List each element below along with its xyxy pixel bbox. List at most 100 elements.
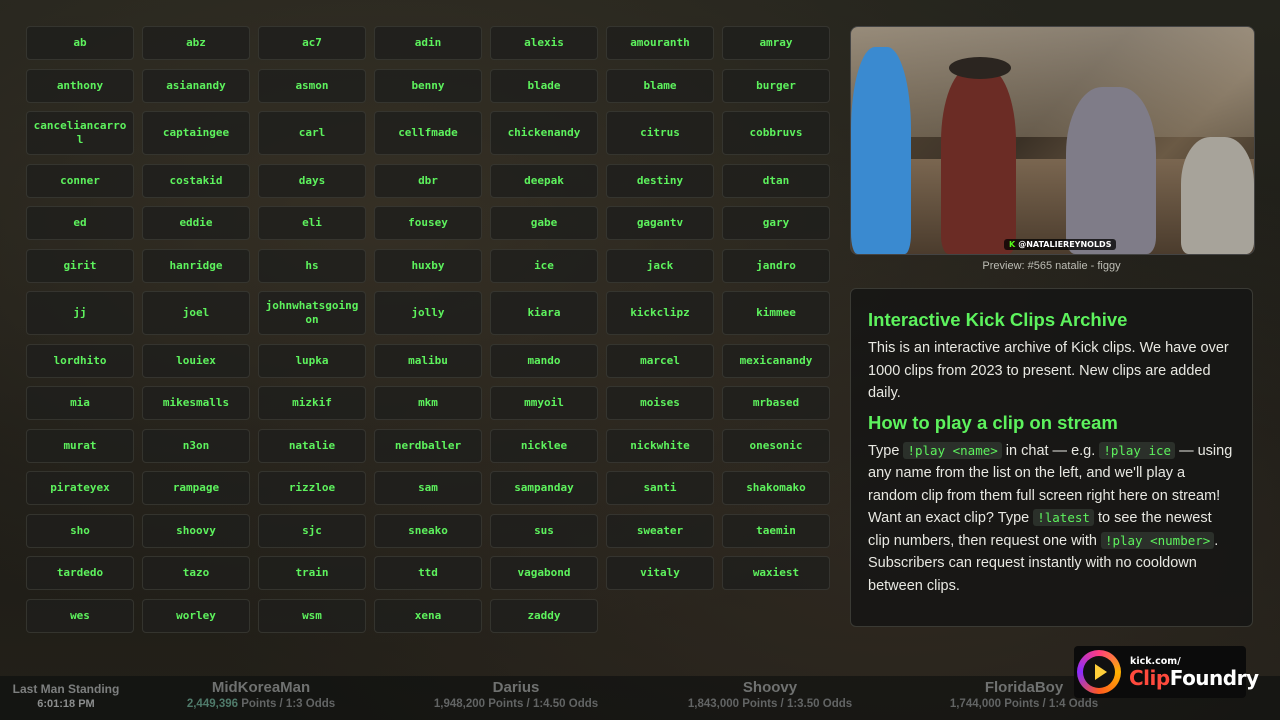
name-button-gagantv[interactable]: gagantv (606, 206, 714, 240)
name-button-taemin[interactable]: taemin (722, 513, 830, 548)
name-button-wes[interactable]: wes (26, 598, 134, 633)
name-button-sweater[interactable]: sweater (606, 513, 714, 548)
name-button-canceliancarrol[interactable]: canceliancarrol (26, 111, 134, 155)
name-button-natalie[interactable]: natalie (258, 428, 366, 463)
name-button-chickenandy[interactable]: chickenandy (490, 111, 598, 155)
name-button-deepak[interactable]: deepak (490, 163, 598, 198)
name-button-jandro[interactable]: jandro (722, 248, 830, 283)
name-button-hs[interactable]: hs (258, 248, 366, 283)
name-button-nickwhite[interactable]: nickwhite (606, 428, 714, 463)
name-button-adin[interactable]: adin (374, 26, 482, 60)
name-button-nicklee[interactable]: nicklee (490, 428, 598, 463)
name-button-destiny[interactable]: destiny (606, 163, 714, 198)
name-button-gary[interactable]: gary (722, 206, 830, 240)
name-button-mrbased[interactable]: mrbased (722, 386, 830, 420)
command-play-name: !play <name> (903, 441, 1002, 459)
name-button-asianandy[interactable]: asianandy (142, 68, 250, 103)
name-button-huxby[interactable]: huxby (374, 248, 482, 283)
howto-title: How to play a clip on stream (868, 411, 1118, 433)
name-button-train[interactable]: train (258, 556, 366, 590)
name-button-ac7[interactable]: ac7 (258, 26, 366, 60)
name-button-blame[interactable]: blame (606, 68, 714, 103)
name-button-dtan[interactable]: dtan (722, 163, 830, 198)
name-button-days[interactable]: days (258, 163, 366, 198)
name-button-carl[interactable]: carl (258, 111, 366, 155)
name-button-cellfmade[interactable]: cellfmade (374, 111, 482, 155)
name-button-waxiest[interactable]: waxiest (722, 556, 830, 590)
name-button-ice[interactable]: ice (490, 248, 598, 283)
name-button-worley[interactable]: worley (142, 598, 250, 633)
name-button-sampanday[interactable]: sampanday (490, 471, 598, 505)
name-button-johnwhatsgoingon[interactable]: johnwhatsgoingon (258, 291, 366, 335)
name-button-mexicanandy[interactable]: mexicanandy (722, 343, 830, 378)
name-button-mmyoil[interactable]: mmyoil (490, 386, 598, 420)
name-button-fousey[interactable]: fousey (374, 206, 482, 240)
watermark-text: @NATALIEREYNOLDS (1018, 240, 1112, 249)
name-button-lupka[interactable]: lupka (258, 343, 366, 378)
name-button-cobbruvs[interactable]: cobbruvs (722, 111, 830, 155)
name-button-abz[interactable]: abz (142, 26, 250, 60)
name-button-mizkif[interactable]: mizkif (258, 386, 366, 420)
name-button-sus[interactable]: sus (490, 513, 598, 548)
name-button-burger[interactable]: burger (722, 68, 830, 103)
name-button-blade[interactable]: blade (490, 68, 598, 103)
clip-preview[interactable]: K @NATALIEREYNOLDS (850, 26, 1255, 255)
name-button-benny[interactable]: benny (374, 68, 482, 103)
name-button-mikesmalls[interactable]: mikesmalls (142, 386, 250, 420)
name-button-eddie[interactable]: eddie (142, 206, 250, 240)
name-button-mkm[interactable]: mkm (374, 386, 482, 420)
name-button-rampage[interactable]: rampage (142, 471, 250, 505)
name-button-dbr[interactable]: dbr (374, 163, 482, 198)
name-button-hanridge[interactable]: hanridge (142, 248, 250, 283)
name-button-nerdballer[interactable]: nerdballer (374, 428, 482, 463)
name-button-pirateyex[interactable]: pirateyex (26, 471, 134, 505)
name-button-ed[interactable]: ed (26, 206, 134, 240)
name-button-ttd[interactable]: ttd (374, 556, 482, 590)
name-button-girit[interactable]: girit (26, 248, 134, 283)
name-button-moises[interactable]: moises (606, 386, 714, 420)
name-button-alexis[interactable]: alexis (490, 26, 598, 60)
name-button-santi[interactable]: santi (606, 471, 714, 505)
name-button-amray[interactable]: amray (722, 26, 830, 60)
name-button-joel[interactable]: joel (142, 291, 250, 335)
name-button-amouranth[interactable]: amouranth (606, 26, 714, 60)
name-button-n3on[interactable]: n3on (142, 428, 250, 463)
name-button-mando[interactable]: mando (490, 343, 598, 378)
name-button-zaddy[interactable]: zaddy (490, 598, 598, 633)
name-button-sneako[interactable]: sneako (374, 513, 482, 548)
name-button-gabe[interactable]: gabe (490, 206, 598, 240)
name-button-jolly[interactable]: jolly (374, 291, 482, 335)
name-button-xena[interactable]: xena (374, 598, 482, 633)
name-button-jj[interactable]: jj (26, 291, 134, 335)
name-button-sam[interactable]: sam (374, 471, 482, 505)
name-button-ab[interactable]: ab (26, 26, 134, 60)
name-button-kickclipz[interactable]: kickclipz (606, 291, 714, 335)
name-button-mia[interactable]: mia (26, 386, 134, 420)
name-button-sjc[interactable]: sjc (258, 513, 366, 548)
name-button-tardedo[interactable]: tardedo (26, 556, 134, 590)
name-button-kiara[interactable]: kiara (490, 291, 598, 335)
name-button-lordhito[interactable]: lordhito (26, 343, 134, 378)
name-button-eli[interactable]: eli (258, 206, 366, 240)
name-button-vagabond[interactable]: vagabond (490, 556, 598, 590)
name-button-citrus[interactable]: citrus (606, 111, 714, 155)
name-button-anthony[interactable]: anthony (26, 68, 134, 103)
name-button-jack[interactable]: jack (606, 248, 714, 283)
name-button-captaingee[interactable]: captaingee (142, 111, 250, 155)
name-button-malibu[interactable]: malibu (374, 343, 482, 378)
name-button-wsm[interactable]: wsm (258, 598, 366, 633)
name-button-onesonic[interactable]: onesonic (722, 428, 830, 463)
name-button-marcel[interactable]: marcel (606, 343, 714, 378)
name-button-tazo[interactable]: tazo (142, 556, 250, 590)
name-button-costakid[interactable]: costakid (142, 163, 250, 198)
name-button-shoovy[interactable]: shoovy (142, 513, 250, 548)
name-button-asmon[interactable]: asmon (258, 68, 366, 103)
name-button-conner[interactable]: conner (26, 163, 134, 198)
name-button-sho[interactable]: sho (26, 513, 134, 548)
name-button-kimmee[interactable]: kimmee (722, 291, 830, 335)
name-button-murat[interactable]: murat (26, 428, 134, 463)
name-button-shakomako[interactable]: shakomako (722, 471, 830, 505)
name-button-louiex[interactable]: louiex (142, 343, 250, 378)
name-button-rizzloe[interactable]: rizzloe (258, 471, 366, 505)
name-button-vitaly[interactable]: vitaly (606, 556, 714, 590)
